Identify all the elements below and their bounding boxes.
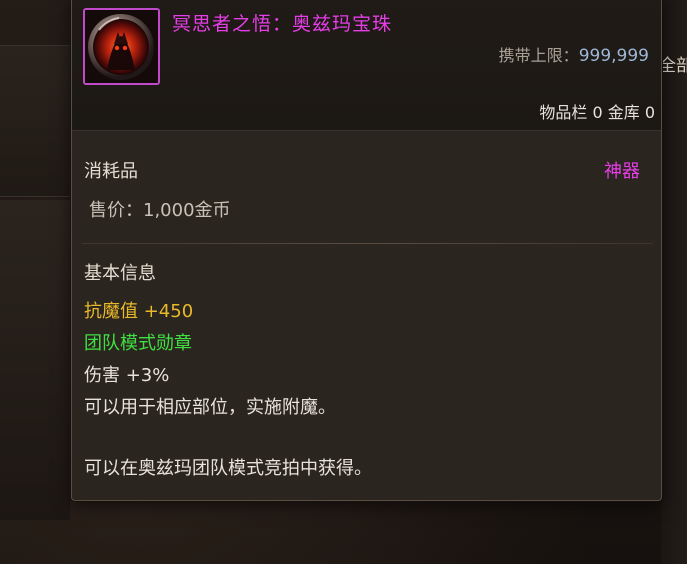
game-screen: 全部 冥思者之悟：奥兹玛宝珠 携带上限：999,999 物品栏 0 金库 0 消… bbox=[0, 0, 687, 564]
stat-damage: 伤害 +3% bbox=[84, 365, 170, 386]
item-tooltip: 冥思者之悟：奥兹玛宝珠 携带上限：999,999 物品栏 0 金库 0 消耗品 … bbox=[71, 0, 662, 501]
stat-badge-type: 团队模式勋章 bbox=[84, 333, 192, 354]
item-rarity: 神器 bbox=[604, 161, 640, 182]
item-name: 冥思者之悟：奥兹玛宝珠 bbox=[172, 13, 393, 35]
item-description: 可以用于相应部位，实施附魔。 bbox=[84, 397, 336, 418]
divider bbox=[82, 243, 653, 244]
ozma-orb-icon bbox=[83, 8, 160, 85]
background-panel bbox=[0, 200, 70, 520]
carry-limit-value: 999,999 bbox=[578, 46, 649, 66]
item-price: 售价：1,000金币 bbox=[89, 200, 231, 221]
tooltip-header: 冥思者之悟：奥兹玛宝珠 携带上限：999,999 物品栏 0 金库 0 bbox=[72, 0, 661, 131]
stat-magic-resist: 抗魔值 +450 bbox=[84, 301, 194, 322]
background-panel bbox=[661, 0, 687, 564]
carry-limit-label: 携带上限： bbox=[498, 46, 579, 65]
background-tab-label[interactable]: 全部 bbox=[659, 51, 687, 76]
storage-counts: 物品栏 0 金库 0 bbox=[539, 103, 655, 122]
item-obtain-info: 可以在奥兹玛团队模式竞拍中获得。 bbox=[84, 458, 372, 479]
carry-limit: 携带上限：999,999 bbox=[499, 42, 649, 66]
item-category: 消耗品 bbox=[84, 161, 138, 182]
background-panel bbox=[0, 45, 70, 197]
section-title: 基本信息 bbox=[84, 263, 156, 284]
